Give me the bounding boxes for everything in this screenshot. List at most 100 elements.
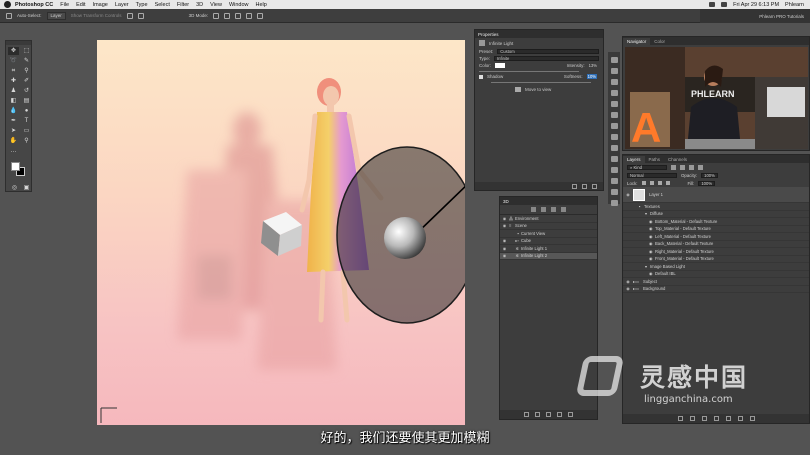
preset-dropdown[interactable]: Custom [497,49,599,54]
lock-artboard-icon[interactable] [657,181,662,185]
menu-edit[interactable]: Edit [76,2,85,8]
align-icon[interactable] [126,12,133,19]
ground-icon[interactable] [546,412,551,417]
filter-material-icon[interactable] [551,207,556,212]
auto-select-checkbox-label[interactable]: Auto-Select: [17,13,42,18]
roll-3d-icon[interactable] [224,12,231,19]
tab-color[interactable]: Color [650,38,669,45]
layer-row[interactable]: ▪ Textures [623,203,809,211]
clone-stamp-icon[interactable]: ♟ [8,87,19,95]
tab-paths[interactable]: Paths [645,156,665,163]
slide-3d-icon[interactable] [246,12,253,19]
delete-3d-icon[interactable] [568,412,573,417]
menu-image[interactable]: Image [93,2,108,8]
layer-row[interactable]: ◉ Front_Material - Default Texture [623,256,809,263]
new-layer-icon[interactable] [737,416,743,421]
type-dropdown[interactable]: Infinite [494,56,599,61]
eyedropper-tool-icon[interactable]: ⚲ [21,67,32,75]
pen-tool-icon[interactable]: ✒ [8,117,19,125]
add-light-icon[interactable] [535,412,540,417]
tab-channels[interactable]: Channels [664,156,691,163]
properties-title[interactable]: Properties [475,30,603,38]
menu-select[interactable]: Select [155,2,170,8]
menu-filter[interactable]: Filter [177,2,189,8]
lock-position-icon[interactable] [649,181,654,185]
new-object-icon[interactable] [557,412,562,417]
menu-help[interactable]: Help [256,2,267,8]
rotate-3d-icon[interactable] [213,12,220,19]
scale-3d-icon[interactable] [257,12,264,19]
scene-row[interactable]: ◉ ✲ Infinite Light 1 [500,245,597,253]
layer-row[interactable]: ◉ Right_Material - Default Texture [623,248,809,256]
filter-pixel-icon[interactable] [671,164,676,170]
clock[interactable]: Fri Apr 29 6:13 PM [733,2,779,8]
softness-slider[interactable] [491,81,591,83]
lock-all-icon[interactable] [665,181,670,185]
filter-light-icon[interactable] [561,207,566,212]
lasso-tool-icon[interactable]: ➰ [8,57,19,65]
layer-row[interactable]: ◉ Bottom_Material - Default Texture [623,218,809,226]
properties-reset-icon[interactable] [582,183,587,189]
layer-row[interactable]: ▾ Image Based Light [623,263,809,271]
3d-panel-icon[interactable] [610,167,618,173]
document-canvas[interactable] [97,40,465,425]
battery-icon[interactable] [721,2,728,7]
scene-row[interactable]: ◉ ▸▫ Cube [500,238,597,245]
styles-panel-icon[interactable] [610,123,618,129]
eye-icon[interactable]: ◉ [500,246,509,251]
delete-layer-icon[interactable] [749,416,755,421]
panel-3d-title[interactable]: 3D [500,197,597,205]
tab-layers[interactable]: Layers [623,156,645,163]
blur-tool-icon[interactable]: 💧 [8,107,19,115]
more-tools-icon[interactable]: … [8,147,19,155]
layer-row[interactable]: ▾ Diffuse [623,211,809,218]
eye-icon[interactable]: ◉ [500,216,509,221]
shape-tool-icon[interactable]: ▭ [21,127,32,135]
actions-panel-icon[interactable] [610,189,618,195]
shadow-checkbox[interactable] [479,74,483,79]
zoom-tool-icon[interactable]: ⚲ [21,137,32,145]
group-icon[interactable] [725,416,731,421]
quick-select-tool-icon[interactable]: ✎ [21,57,32,65]
layer-row[interactable]: ◉ Default IBL [623,271,809,278]
healing-brush-icon[interactable]: ✚ [8,77,19,85]
quick-mask-icon[interactable]: ◎ [10,184,19,192]
edit-toolbar-icon[interactable] [21,147,32,155]
brush-tool-icon[interactable]: ✐ [21,77,32,85]
move-to-view-icon[interactable] [515,86,521,92]
filter-shape-icon[interactable] [698,164,703,170]
apple-icon[interactable] [4,1,11,8]
play-icon[interactable] [610,200,618,206]
workspace-switcher[interactable]: Phlearn PRO Tutorials [700,9,810,23]
intensity-value[interactable]: 13% [589,63,597,68]
history-panel-icon[interactable] [610,57,618,63]
layer-row[interactable]: ◉ Top_Material - Default Texture [623,226,809,233]
marquee-tool-icon[interactable]: ⬚ [21,47,32,55]
menu-layer[interactable]: Layer [115,2,129,8]
fill-field[interactable]: 100% [698,180,716,186]
link-layers-icon[interactable] [677,416,683,421]
mask-icon[interactable] [701,416,707,421]
layer-row[interactable]: ◉ Back_Material - Default Texture [623,241,809,248]
softness-value[interactable]: 10% [586,74,597,79]
layer-row-background[interactable]: ◉ ▸▭ Background [623,286,809,293]
adjustment-layer-icon[interactable] [713,416,719,421]
menu-window[interactable]: Window [229,2,249,8]
eye-icon[interactable]: ◉ [623,192,633,197]
crop-tool-icon[interactable]: ⌗ [8,67,19,75]
type-tool-icon[interactable]: T [21,117,32,125]
fx-icon[interactable] [689,416,695,421]
scene-row-selected[interactable]: ◉ ✲ Infinite Light 2 [500,252,597,260]
filter-adjustment-icon[interactable] [680,164,685,170]
hand-tool-icon[interactable]: ✋ [8,137,19,145]
blend-mode-dropdown[interactable]: Normal [627,172,677,178]
character-panel-icon[interactable] [610,79,618,85]
scene-row[interactable]: ◉ ≡ Scene [500,223,597,230]
swatches-panel-icon[interactable] [610,101,618,107]
eye-icon[interactable]: ◉ [500,238,509,243]
filter-scene-icon[interactable] [531,207,536,212]
layer-row[interactable]: ◉ Left_Material - Default Texture [623,233,809,241]
distribute-icon[interactable] [137,12,144,19]
libraries-panel-icon[interactable] [610,145,618,151]
move-to-view-button[interactable]: Move to view [525,87,551,92]
